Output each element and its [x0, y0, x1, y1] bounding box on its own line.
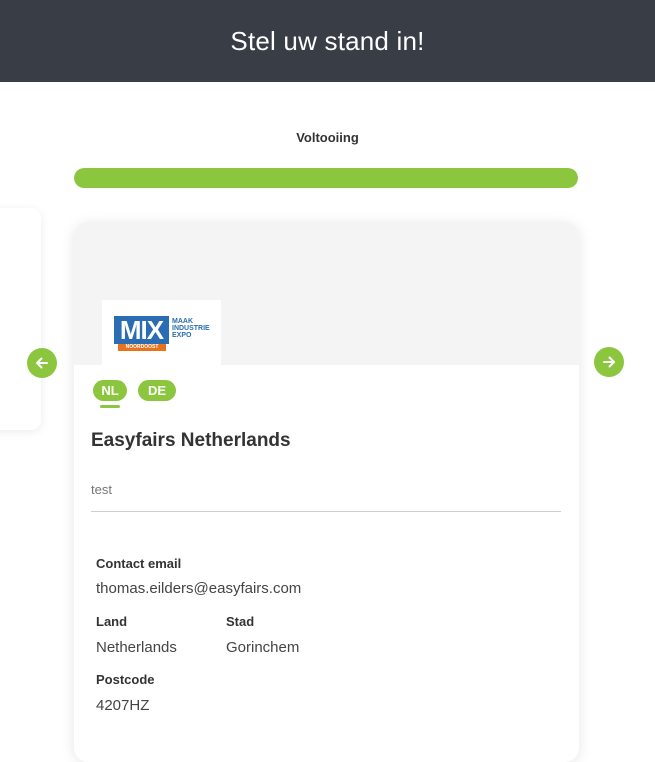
postcode-label: Postcode [96, 672, 155, 687]
divider [91, 511, 561, 512]
postcode-value: 4207HZ [96, 697, 150, 714]
progress-label: Voltooiing [296, 130, 359, 145]
arrow-right-icon [603, 356, 615, 368]
logo-subtitle: NOORDOOST [118, 344, 166, 351]
contact-email-value: thomas.eilders@easyfairs.com [96, 580, 302, 597]
company-logo: MIX NOORDOOST MAAK INDUSTRIE EXPO [102, 300, 221, 367]
previous-arrow-button[interactable] [27, 348, 57, 378]
logo-wordmark: MAAK INDUSTRIE EXPO [172, 318, 210, 339]
page-title: Stel uw stand in! [230, 25, 425, 56]
arrow-left-icon [36, 357, 48, 369]
active-language-indicator [100, 405, 120, 408]
language-tab-nl[interactable]: NL [93, 380, 127, 401]
progress-bar [74, 168, 578, 188]
company-description: test [91, 482, 112, 497]
country-value: Netherlands [96, 639, 177, 656]
city-value: Gorinchem [226, 639, 300, 656]
contact-email-label: Contact email [96, 556, 182, 571]
country-label: Land [96, 614, 128, 629]
progress-bar-fill [74, 168, 578, 188]
company-name: Easyfairs Netherlands [91, 430, 291, 451]
city-label: Stad [226, 614, 255, 629]
previous-card-preview[interactable] [0, 208, 41, 430]
next-arrow-button[interactable] [594, 347, 624, 377]
page-header: Stel uw stand in! [0, 0, 655, 82]
logo-mix-mark: MIX [114, 316, 169, 344]
language-tab-de[interactable]: DE [138, 380, 176, 401]
